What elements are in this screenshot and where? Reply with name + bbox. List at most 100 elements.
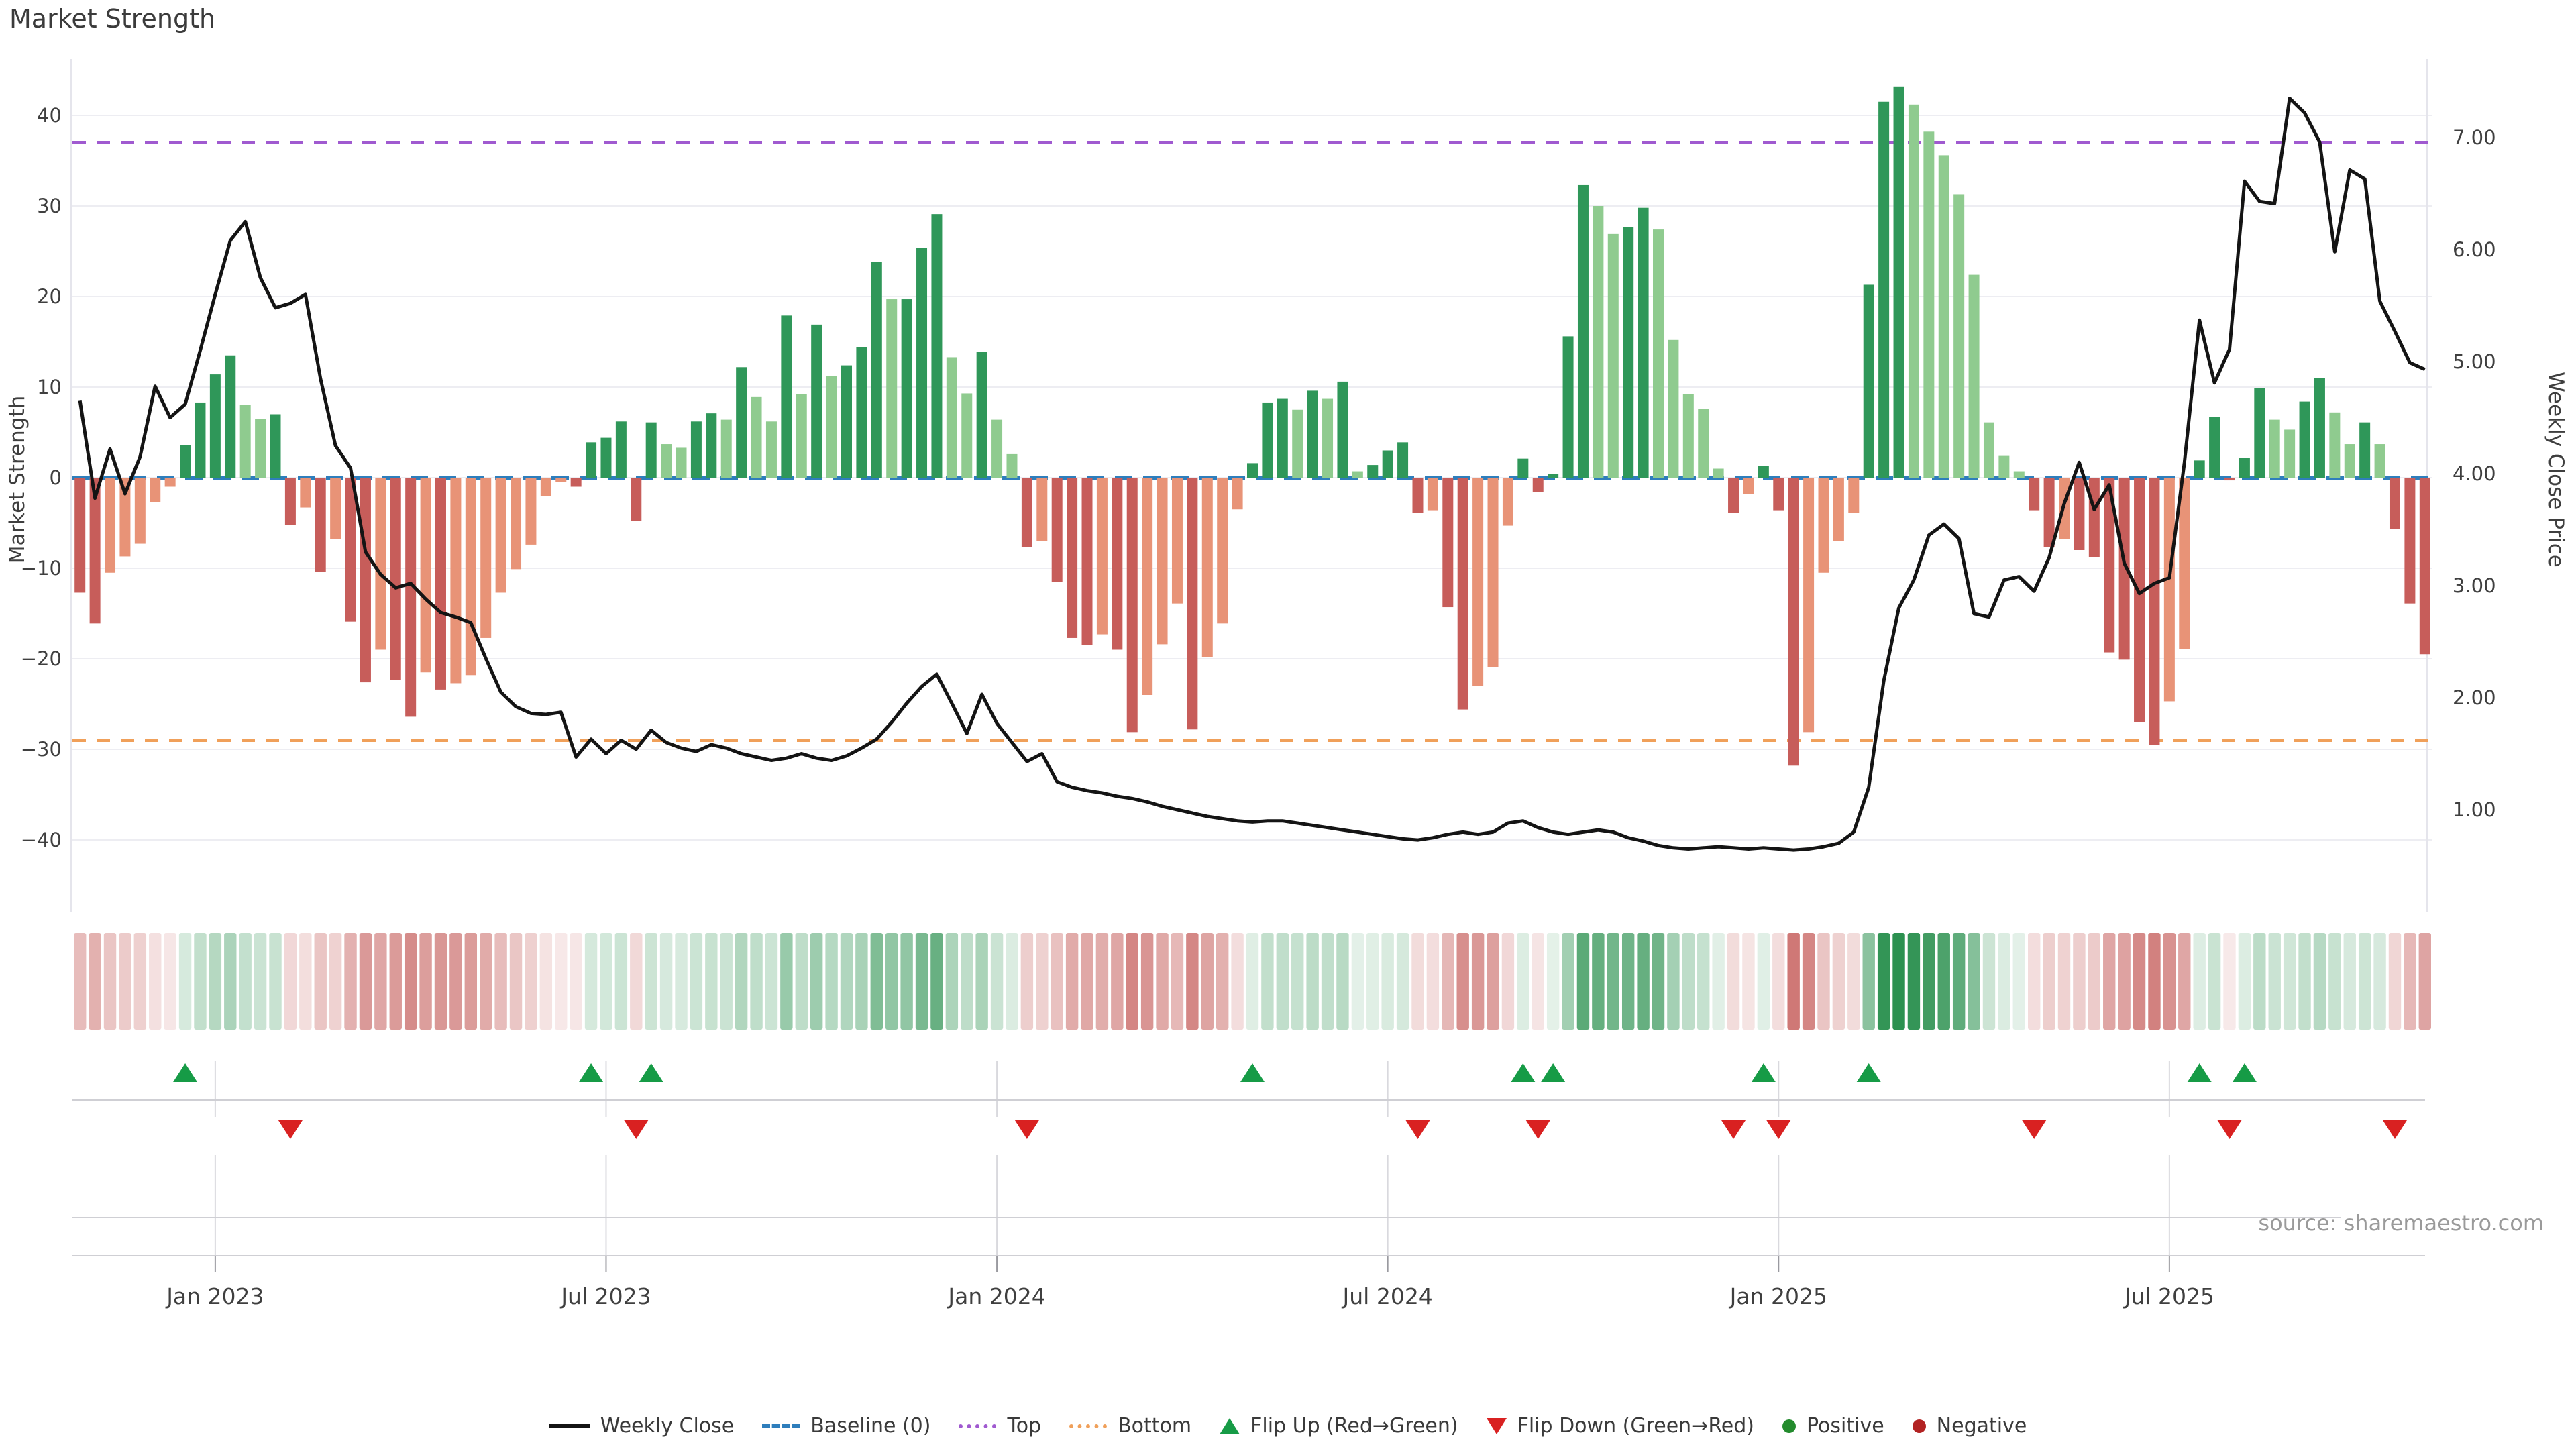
heatmap-cell bbox=[615, 933, 627, 1030]
strength-bar bbox=[195, 402, 205, 478]
heatmap-cell bbox=[2148, 933, 2160, 1030]
strength-bar bbox=[751, 397, 762, 478]
strength-bar bbox=[736, 367, 747, 478]
strength-bar bbox=[1728, 478, 1739, 513]
strength-bar bbox=[2014, 472, 2025, 478]
strength-bar bbox=[886, 299, 897, 478]
strength-bar bbox=[165, 478, 176, 487]
strength-bar bbox=[240, 405, 251, 478]
heatmap-cell bbox=[2088, 933, 2100, 1030]
strength-bar bbox=[1533, 478, 1544, 492]
legend-label: Weekly Close bbox=[600, 1414, 735, 1438]
legend-label: Positive bbox=[1807, 1414, 1884, 1438]
heatmap-cell bbox=[1667, 933, 1679, 1030]
strength-bar bbox=[2089, 478, 2100, 557]
strength-bar bbox=[2134, 478, 2145, 722]
heatmap-cell bbox=[1427, 933, 1439, 1030]
flip-down-marker-icon bbox=[2022, 1120, 2046, 1139]
strength-bar bbox=[1713, 469, 1724, 478]
left-axis-tick: −40 bbox=[21, 828, 62, 851]
heatmap-cell bbox=[1322, 933, 1334, 1030]
strength-bar bbox=[1638, 208, 1649, 478]
flip-down-marker-icon bbox=[1405, 1120, 1430, 1139]
legend-item-baseline: Baseline (0) bbox=[762, 1414, 930, 1438]
strength-bar bbox=[1097, 478, 1108, 635]
strength-bar bbox=[1803, 478, 1814, 732]
strength-bar bbox=[616, 421, 627, 478]
strength-bar bbox=[916, 248, 927, 478]
strength-bar bbox=[2254, 388, 2265, 478]
legend-item-positive: Positive bbox=[1782, 1414, 1884, 1438]
heatmap-cell bbox=[600, 933, 612, 1030]
strength-bar bbox=[1788, 478, 1799, 765]
heatmap-cell bbox=[329, 933, 341, 1030]
heatmap-cell bbox=[1953, 933, 1965, 1030]
heatmap-cell bbox=[1126, 933, 1138, 1030]
legend-label: Negative bbox=[1937, 1414, 2027, 1438]
heatmap-cell bbox=[585, 933, 597, 1030]
heatmap-cell bbox=[269, 933, 281, 1030]
strength-bar bbox=[435, 478, 446, 690]
heatmap-cell bbox=[675, 933, 687, 1030]
heatmap-cell bbox=[89, 933, 101, 1030]
heatmap-cell bbox=[344, 933, 356, 1030]
strength-bar bbox=[781, 315, 792, 478]
heatmap-cell bbox=[2028, 933, 2040, 1030]
market-strength-chart: 403020100−10−20−30−407.006.005.004.003.0… bbox=[0, 0, 2576, 1449]
heatmap-cell bbox=[1833, 933, 1845, 1030]
strength-bar bbox=[1157, 478, 1168, 644]
strength-bar bbox=[541, 478, 551, 496]
heatmap-cell bbox=[796, 933, 808, 1030]
strength-bar bbox=[1442, 478, 1453, 607]
heatmap-cell bbox=[2103, 933, 2115, 1030]
strength-bar bbox=[2420, 478, 2430, 654]
strength-bar bbox=[977, 352, 987, 478]
strength-bar bbox=[2284, 429, 2295, 478]
strength-bar bbox=[676, 447, 687, 478]
left-axis-tick: −20 bbox=[21, 647, 62, 670]
strength-bar bbox=[511, 478, 521, 569]
heatmap-cell bbox=[1246, 933, 1258, 1030]
strength-bar bbox=[1112, 478, 1122, 650]
left-axis-tick: 10 bbox=[37, 376, 62, 398]
heatmap-cell bbox=[405, 933, 417, 1030]
left-axis-tick: 40 bbox=[37, 104, 62, 127]
heatmap-cell bbox=[2193, 933, 2205, 1030]
strength-bar bbox=[1247, 463, 1258, 478]
top-dotted-swatch-icon bbox=[959, 1424, 996, 1428]
heatmap-cell bbox=[179, 933, 191, 1030]
strength-bar bbox=[225, 356, 235, 478]
strength-bar bbox=[2029, 478, 2039, 511]
strength-bar bbox=[571, 478, 582, 487]
strength-bar bbox=[1232, 478, 1243, 509]
heatmap-cell bbox=[1847, 933, 1860, 1030]
heatmap-cell bbox=[645, 933, 657, 1030]
heatmap-cell bbox=[510, 933, 522, 1030]
heatmap-cell bbox=[1111, 933, 1123, 1030]
heatmap-cell bbox=[1652, 933, 1664, 1030]
heatmap-cell bbox=[2404, 933, 2416, 1030]
strength-bar bbox=[1878, 102, 1889, 478]
positive-dot-icon bbox=[1782, 1419, 1796, 1433]
heatmap-cell bbox=[149, 933, 161, 1030]
flip-up-marker-icon bbox=[1240, 1063, 1265, 1082]
strength-bar bbox=[661, 444, 672, 478]
heatmap-cell bbox=[1878, 933, 1890, 1030]
heatmap-cell bbox=[1336, 933, 1348, 1030]
strength-bar bbox=[525, 478, 536, 545]
strength-bar bbox=[2345, 444, 2355, 478]
heatmap-cell bbox=[2298, 933, 2310, 1030]
strength-bar bbox=[721, 420, 732, 478]
flip-up-marker-icon bbox=[173, 1063, 197, 1082]
strength-bar bbox=[1758, 466, 1769, 478]
strength-heatmap bbox=[74, 933, 2431, 1030]
strength-bar bbox=[105, 478, 115, 573]
strength-bar bbox=[2239, 458, 2250, 478]
strength-bar bbox=[180, 445, 191, 478]
heatmap-cell bbox=[1938, 933, 1950, 1030]
strength-bar bbox=[300, 478, 311, 508]
heatmap-cell bbox=[480, 933, 492, 1030]
strength-bar bbox=[2074, 478, 2084, 550]
flip-down-marker-icon bbox=[1526, 1120, 1550, 1139]
heatmap-cell bbox=[104, 933, 116, 1030]
